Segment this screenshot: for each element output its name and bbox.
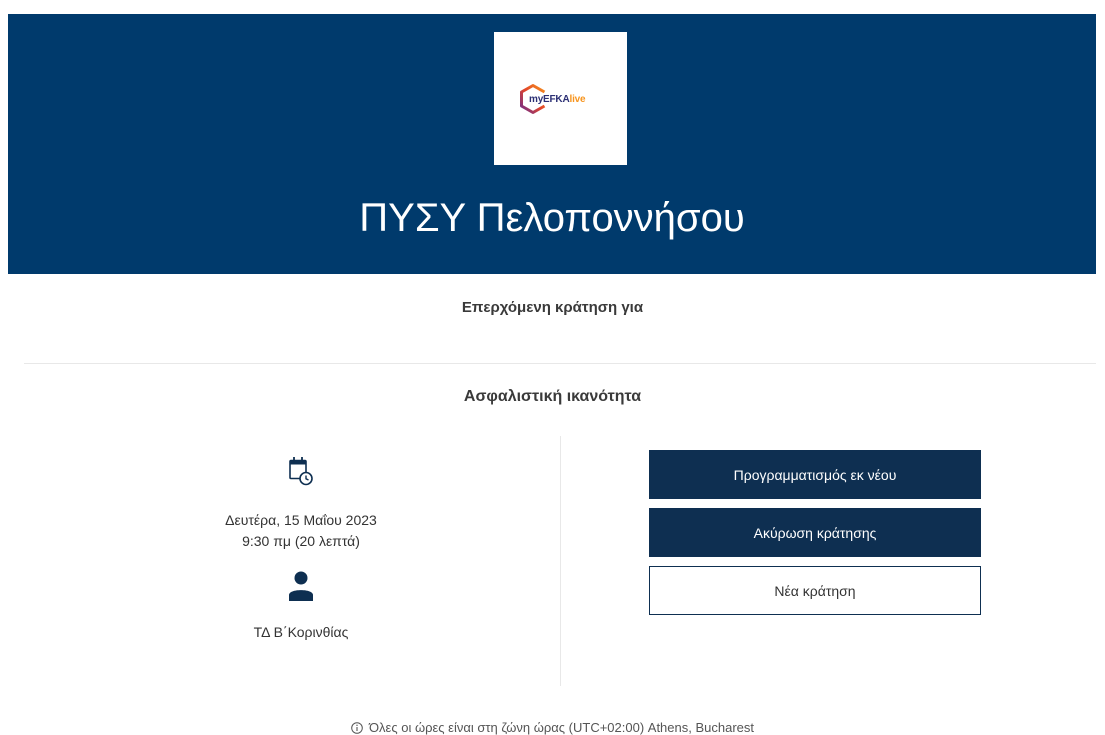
timezone-footer: Όλες οι ώρες είναι στη ζώνη ώρας (UTC+02… <box>0 720 1105 735</box>
booking-time: 9:30 πμ (20 λεπτά) <box>242 533 360 549</box>
logo: myEFKAlive <box>494 32 627 165</box>
info-icon <box>351 722 363 734</box>
section-divider <box>24 363 1096 364</box>
page-title: ΠΥΣΥ Πελοποννήσου <box>359 196 745 240</box>
staff-name: ΤΔ Β΄Κορινθίας <box>253 624 349 640</box>
booking-intro: Επερχόμενη κράτηση για <box>461 299 644 316</box>
timezone-note: Όλες οι ώρες είναι στη ζώνη ώρας (UTC+02… <box>368 720 755 735</box>
date-icon-wrap <box>0 455 602 487</box>
service-name: Ασφαλιστική ικανότητα <box>463 388 642 405</box>
calendar-clock-icon <box>289 457 313 486</box>
logo-wordmark: myEFKAlive <box>529 93 586 107</box>
logo-brand-suffix: live <box>569 94 586 105</box>
logo-brand: myEFKA <box>529 94 570 105</box>
person-icon <box>289 571 313 601</box>
cancel-booking-button[interactable]: Ακύρωση κράτησης <box>649 508 981 557</box>
staff-icon-wrap <box>0 571 602 601</box>
header-banner: myEFKAlive ΠΥΣΥ Πελοποννήσου <box>8 14 1096 274</box>
booking-date: Δευτέρα, 15 Μαΐου 2023 <box>225 512 377 528</box>
new-booking-button[interactable]: Νέα κράτηση <box>649 566 981 615</box>
reschedule-button[interactable]: Προγραμματισμός εκ νέου <box>649 450 981 499</box>
